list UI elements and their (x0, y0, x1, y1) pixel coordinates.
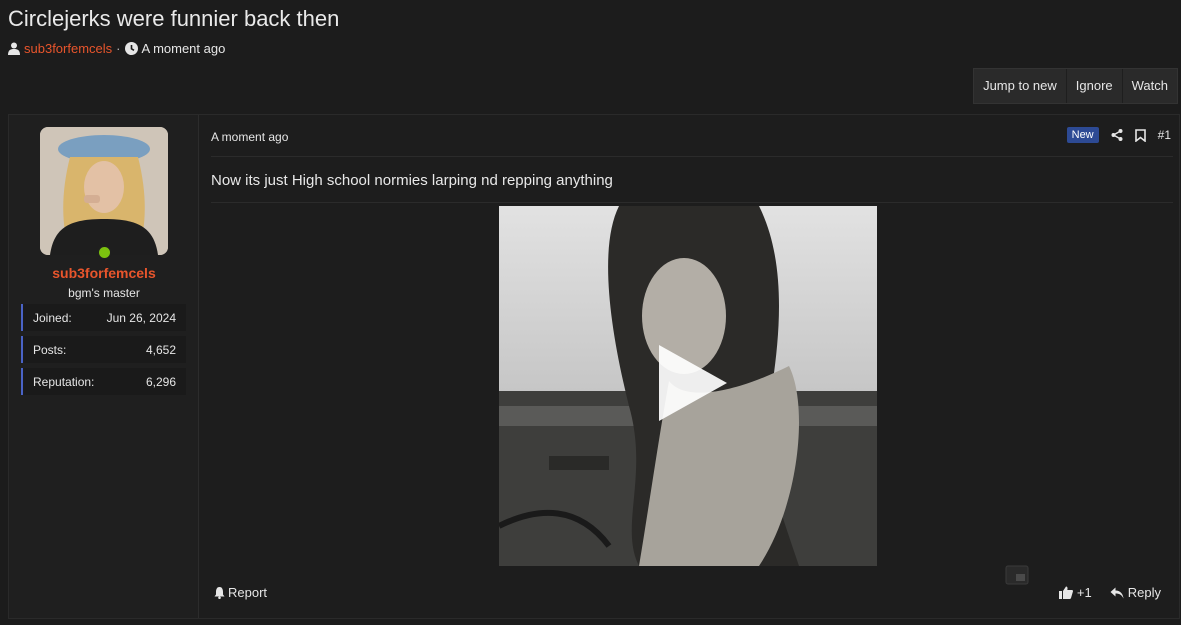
stat-value: Jun 26, 2024 (106, 310, 176, 325)
meta-separator: · (116, 41, 121, 56)
bell-icon (214, 586, 225, 599)
stat-label: Posts: (33, 342, 67, 357)
picture-in-picture-icon[interactable] (1005, 565, 1029, 590)
thread-author-link[interactable]: sub3forfemcels (24, 41, 112, 56)
stat-posts: Posts: 4,652 (21, 336, 186, 363)
stat-value: 6,296 (145, 374, 176, 389)
post-main: A moment ago New #1 Now its just High sc… (199, 115, 1179, 618)
stat-label: Joined: (33, 310, 72, 325)
thread-title: Circlejerks were funnier back then (8, 6, 340, 31)
thumbs-up-icon (1058, 586, 1073, 599)
stat-reputation: Reputation: 6,296 (21, 368, 186, 395)
post-number-link[interactable]: #1 (1158, 128, 1171, 142)
new-badge: New (1066, 127, 1099, 143)
report-button[interactable]: Report (214, 585, 267, 600)
reply-button[interactable]: Reply (1110, 585, 1161, 600)
stat-joined: Joined: Jun 26, 2024 (21, 304, 186, 331)
stat-label: Reputation: (33, 374, 95, 389)
ignore-button[interactable]: Ignore (1065, 69, 1122, 103)
thread-time: A moment ago (141, 41, 226, 56)
reply-icon (1110, 587, 1124, 599)
divider (211, 156, 1173, 157)
like-count: +1 (1076, 585, 1092, 600)
thread-meta: sub3forfemcels · A moment ago (8, 41, 225, 56)
share-icon[interactable] (1111, 129, 1123, 141)
play-button[interactable] (659, 345, 727, 421)
jump-to-new-button[interactable]: Jump to new (974, 69, 1066, 103)
post-body-text: Now its just High school normies larping… (211, 172, 613, 189)
watch-button[interactable]: Watch (1121, 69, 1177, 103)
post-user-panel: sub3forfemcels bgm's master Joined: Jun … (9, 115, 199, 618)
post-username[interactable]: sub3forfemcels (9, 265, 199, 281)
post-footer-actions: +1 Reply (1058, 585, 1161, 600)
user-title: bgm's master (68, 286, 140, 300)
avatar[interactable] (40, 127, 168, 255)
post-date[interactable]: A moment ago (211, 130, 288, 144)
post: sub3forfemcels bgm's master Joined: Jun … (8, 114, 1180, 619)
stat-value: 4,652 (145, 342, 176, 357)
like-button[interactable]: +1 (1058, 585, 1092, 600)
thread-actions: Jump to new Ignore Watch (973, 68, 1178, 104)
post-header-actions: New #1 (1066, 127, 1171, 143)
user-icon (8, 42, 20, 55)
clock-icon (124, 42, 138, 55)
bookmark-icon[interactable] (1134, 128, 1146, 142)
reply-label: Reply (1127, 585, 1161, 600)
online-status-indicator (97, 245, 112, 260)
report-label: Report (228, 585, 268, 600)
divider (211, 202, 1173, 203)
